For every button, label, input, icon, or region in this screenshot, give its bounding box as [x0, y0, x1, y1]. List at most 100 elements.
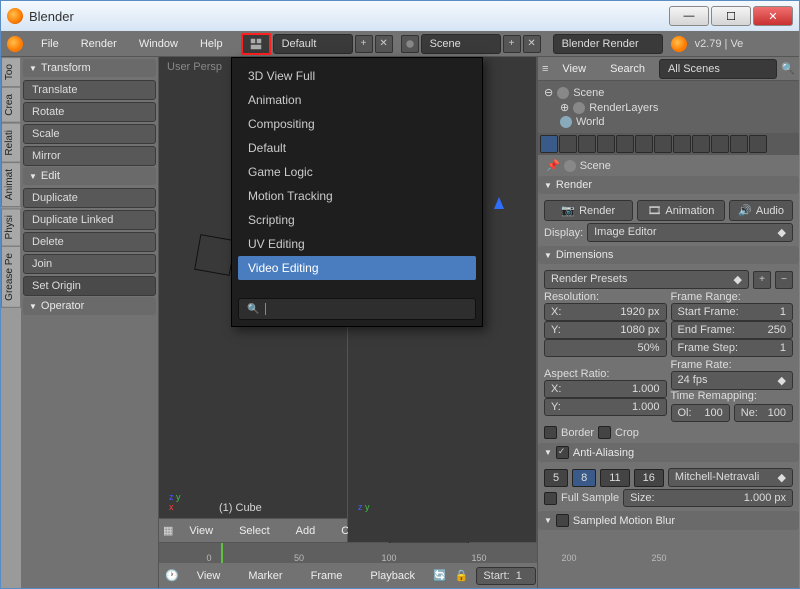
scene-browse-icon[interactable] — [401, 35, 419, 53]
start-frame-prop[interactable]: Start Frame:1 — [671, 303, 794, 321]
particles-context-tab[interactable] — [730, 135, 748, 153]
set-origin-button[interactable]: Set Origin — [23, 276, 156, 296]
preset-remove-button[interactable]: − — [775, 271, 793, 289]
ol-menu-search[interactable]: Search — [600, 59, 655, 79]
menu-window[interactable]: Window — [129, 34, 188, 54]
translate-button[interactable]: Translate — [23, 80, 156, 100]
scene-context-tab[interactable] — [578, 135, 596, 153]
search-icon[interactable]: 🔍 — [781, 62, 795, 75]
tl-menu-marker[interactable]: Marker — [238, 566, 292, 586]
layout-item-scripting[interactable]: Scripting — [238, 208, 476, 232]
object-context-tab[interactable] — [616, 135, 634, 153]
lock-icon[interactable]: 🔒 — [455, 569, 469, 582]
vp-menu-select[interactable]: Select — [229, 521, 280, 541]
aspect-x-field[interactable]: X:1.000 — [544, 380, 667, 398]
res-x-field[interactable]: X:1920 px — [544, 303, 667, 321]
full-sample-checkbox[interactable] — [544, 492, 557, 505]
render-engine-field[interactable]: Blender Render — [553, 34, 663, 54]
constraints-context-tab[interactable] — [635, 135, 653, 153]
outliner-row-world[interactable]: World — [544, 115, 793, 129]
aa-size-field[interactable]: Size:1.000 px — [623, 489, 793, 507]
aa-16-button[interactable]: 16 — [634, 469, 664, 487]
layout-item-gamelogic[interactable]: Game Logic — [238, 160, 476, 184]
close-button[interactable]: ✕ — [753, 6, 793, 26]
tl-menu-frame[interactable]: Frame — [301, 566, 353, 586]
tab-physics[interactable]: Physi — [1, 208, 21, 246]
start-frame-field[interactable]: Start:1 — [476, 567, 536, 585]
outliner-tree[interactable]: ⊖Scene ⊕RenderLayers World — [538, 81, 799, 133]
edit-panel-header[interactable]: Edit — [23, 167, 156, 185]
material-context-tab[interactable] — [692, 135, 710, 153]
renderlayers-context-tab[interactable] — [559, 135, 577, 153]
tab-create[interactable]: Crea — [1, 87, 21, 123]
aa-5-button[interactable]: 5 — [544, 469, 568, 487]
tab-animation[interactable]: Animat — [1, 162, 21, 207]
render-presets-field[interactable]: Render Presets◆ — [544, 270, 749, 289]
vp-menu-view[interactable]: View — [179, 521, 223, 541]
menu-file[interactable]: File — [31, 34, 69, 54]
scale-button[interactable]: Scale — [23, 124, 156, 144]
editor-type-icon[interactable]: ▦ — [163, 524, 173, 537]
outliner-editor-icon[interactable]: ≡ — [542, 63, 548, 75]
time-new-field[interactable]: Ne:100 — [734, 404, 793, 422]
render-audio-button[interactable]: 🔊 Audio — [729, 200, 793, 221]
tl-menu-playback[interactable]: Playback — [360, 566, 425, 586]
res-y-field[interactable]: Y:1080 px — [544, 321, 667, 339]
frame-step-prop[interactable]: Frame Step:1 — [671, 339, 794, 357]
timeline-track[interactable]: 0 50 100 150 200 250 — [159, 543, 537, 563]
menu-help[interactable]: Help — [190, 34, 233, 54]
layout-add-button[interactable]: + — [355, 35, 373, 53]
time-old-field[interactable]: Ol:100 — [671, 404, 730, 422]
motion-blur-checkbox[interactable] — [556, 514, 569, 527]
modifiers-context-tab[interactable] — [654, 135, 672, 153]
outliner-row-renderlayers[interactable]: ⊕RenderLayers — [544, 100, 793, 115]
display-mode-field[interactable]: Image Editor◆ — [587, 223, 793, 242]
ol-menu-view[interactable]: View — [552, 59, 596, 79]
join-button[interactable]: Join — [23, 254, 156, 274]
layout-item-motiontracking[interactable]: Motion Tracking — [238, 184, 476, 208]
aa-8-button[interactable]: 8 — [572, 469, 596, 487]
scene-add-button[interactable]: + — [503, 35, 521, 53]
texture-context-tab[interactable] — [711, 135, 729, 153]
screen-layout-browse-button[interactable] — [241, 33, 271, 55]
menu-render[interactable]: Render — [71, 34, 127, 54]
dimensions-panel-header[interactable]: Dimensions — [538, 246, 799, 264]
layout-delete-button[interactable]: ✕ — [375, 35, 393, 53]
layout-item-compositing[interactable]: Compositing — [238, 112, 476, 136]
render-button[interactable]: 📷 Render — [544, 200, 633, 221]
duplicate-button[interactable]: Duplicate — [23, 188, 156, 208]
pin-icon[interactable]: 📌 — [546, 159, 560, 172]
playhead-icon[interactable] — [221, 543, 223, 563]
outliner-row-scene[interactable]: ⊖Scene — [544, 85, 793, 100]
minimize-button[interactable]: — — [669, 6, 709, 26]
aa-filter-field[interactable]: Mitchell-Netravali◆ — [668, 468, 793, 487]
layout-item-animation[interactable]: Animation — [238, 88, 476, 112]
tab-relations[interactable]: Relati — [1, 123, 21, 163]
render-animation-button[interactable]: 🎞 Animation — [637, 200, 726, 221]
delete-button[interactable]: Delete — [23, 232, 156, 252]
crop-checkbox[interactable] — [598, 426, 611, 439]
tl-menu-view[interactable]: View — [187, 566, 231, 586]
operator-panel-header[interactable]: Operator — [23, 297, 156, 315]
outliner-filter-field[interactable]: All Scenes — [659, 59, 777, 79]
duplicate-linked-button[interactable]: Duplicate Linked — [23, 210, 156, 230]
vp-menu-add[interactable]: Add — [286, 521, 326, 541]
layout-item-videoediting[interactable]: Video Editing — [238, 256, 476, 280]
layout-item-uvediting[interactable]: UV Editing — [238, 232, 476, 256]
tab-tools[interactable]: Too — [1, 57, 21, 87]
scene-delete-button[interactable]: ✕ — [523, 35, 541, 53]
motion-blur-panel-header[interactable]: Sampled Motion Blur — [538, 511, 799, 530]
timeline-editor-icon[interactable]: 🕐 — [165, 569, 179, 582]
aspect-y-field[interactable]: Y:1.000 — [544, 398, 667, 416]
rotate-button[interactable]: Rotate — [23, 102, 156, 122]
mirror-button[interactable]: Mirror — [23, 146, 156, 166]
aa-checkbox[interactable] — [556, 446, 569, 459]
physics-context-tab[interactable] — [749, 135, 767, 153]
layout-item-default[interactable]: Default — [238, 136, 476, 160]
maximize-button[interactable]: ☐ — [711, 6, 751, 26]
render-panel-header[interactable]: Render — [538, 176, 799, 194]
aa-11-button[interactable]: 11 — [600, 469, 629, 487]
layout-item-3dviewfull[interactable]: 3D View Full — [238, 64, 476, 88]
data-context-tab[interactable] — [673, 135, 691, 153]
aa-panel-header[interactable]: Anti-Aliasing — [538, 443, 799, 462]
